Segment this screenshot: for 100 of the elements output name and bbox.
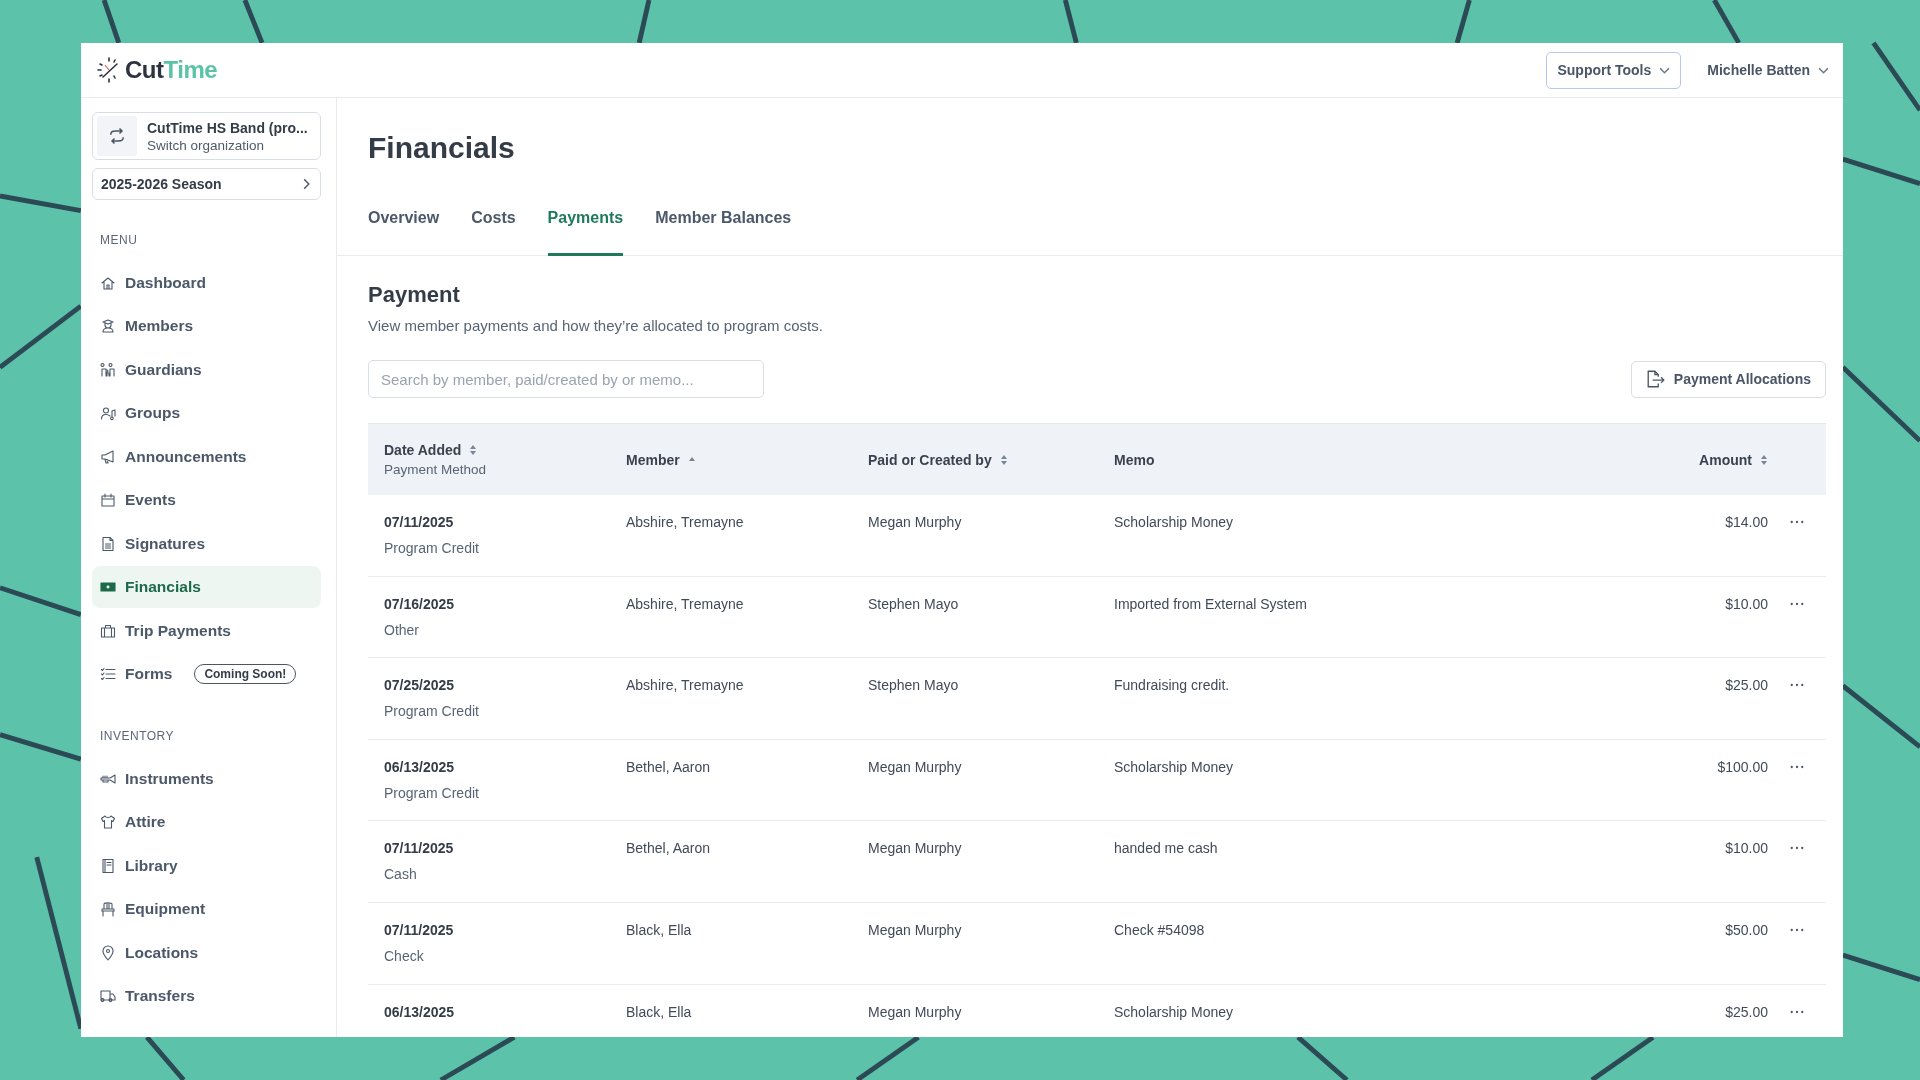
sidebar-item[interactable]: Trip Payments [92, 609, 239, 652]
organization-switcher[interactable]: CutTime HS Band (pro... Switch organization [92, 112, 321, 160]
payment-date: 07/16/2025 [384, 595, 456, 612]
sidebar-item[interactable]: Guardians [92, 348, 210, 391]
user-menu[interactable]: Michelle Batten [1707, 62, 1829, 78]
table-cell-text: Imported from External System [1114, 595, 1308, 612]
megaphone-icon [100, 448, 116, 465]
sidebar-item[interactable]: Library [92, 844, 186, 887]
table-cell-text: Bethel, Aaron [626, 840, 712, 857]
season-label: 2025-2026 Season [101, 176, 222, 192]
sort-icon[interactable] [469, 444, 478, 456]
table-cell-text: Scholarship Money [1114, 1003, 1235, 1020]
table-cell-text: Black, Ella [626, 1003, 693, 1020]
table-cell-text: Check #54098 [1114, 921, 1206, 938]
table-cell-text: Scholarship Money [1114, 514, 1235, 530]
payment-date: 07/25/2025 [384, 677, 456, 694]
sidebar-item[interactable]: Forms [92, 653, 181, 696]
table-cell-text: Scholarship Money [1114, 758, 1235, 775]
table-cell: $25.00 [1725, 677, 1768, 694]
calendar-icon [100, 492, 116, 509]
search-field[interactable]: Search by member, paid/created by or memo... [368, 360, 764, 398]
column-header[interactable]: Paid or Created by [868, 451, 992, 468]
column-header[interactable]: Date Added [384, 442, 462, 458]
payment-date: 07/11/2025 [384, 840, 455, 857]
table-cell-text: Abshire, Tremayne [626, 677, 745, 694]
payment-method: Cash [384, 866, 418, 883]
table-cell-text: Abshire, Tremayne [626, 514, 745, 530]
chevron-down-icon [1818, 66, 1829, 74]
more-options-icon[interactable] [1790, 927, 1804, 932]
payment-method: Other [384, 621, 420, 638]
section-description: View member payments and how they’re allocated to program costs. [368, 317, 824, 334]
page-title: Financials [368, 131, 516, 165]
table-cell: $25.00 [1725, 1003, 1768, 1020]
table-cell-text: Megan Murphy [868, 758, 963, 775]
sidebar-item[interactable]: Instruments [92, 757, 222, 800]
location-pin-icon [100, 944, 116, 961]
table-cell-text: Megan Murphy [868, 840, 963, 857]
sort-icon[interactable] [999, 453, 1008, 466]
payment-method: Check [384, 947, 425, 964]
payment-date: 06/13/2025 [384, 1003, 456, 1020]
shirt-icon [100, 814, 116, 831]
table-cell-text: handed me cash [1114, 840, 1219, 857]
more-options-icon[interactable] [1790, 601, 1804, 606]
checklist-icon [100, 666, 116, 683]
support-tools-button[interactable]: Support Tools [1546, 51, 1682, 89]
document-export-icon [1645, 369, 1666, 389]
column-header[interactable]: Memo [1114, 451, 1155, 468]
book-icon [100, 857, 116, 874]
person-music-icon [100, 405, 116, 422]
payment-method: Program Credit [384, 784, 480, 801]
more-options-icon[interactable] [1790, 520, 1804, 524]
season-selector[interactable]: 2025-2026 Season [92, 168, 321, 200]
swap-arrows-icon [107, 126, 127, 146]
more-options-icon[interactable] [1790, 683, 1804, 688]
sidebar-item[interactable]: Events [92, 479, 184, 522]
chevron-down-icon [1659, 66, 1671, 74]
more-options-icon[interactable] [1790, 846, 1804, 851]
sidebar-item[interactable]: Groups [92, 392, 189, 435]
truck-icon [100, 988, 116, 1005]
table-cell-text: Megan Murphy [868, 921, 963, 938]
tab[interactable]: Member Balances [655, 209, 792, 256]
sidebar-item[interactable]: Announcements [92, 435, 255, 478]
column-header[interactable]: Amount [1699, 451, 1752, 468]
family-icon [100, 361, 116, 378]
more-options-icon[interactable] [1790, 764, 1804, 769]
section-heading: MENU [100, 233, 138, 247]
payment-date: 06/13/2025 [384, 758, 456, 775]
table-cell-text: Stephen Mayo [868, 677, 960, 694]
payment-date: 07/11/2025 [384, 921, 455, 938]
tab[interactable]: Costs [471, 209, 516, 256]
tab[interactable]: Overview [368, 209, 440, 256]
sidebar-item[interactable]: Attire [92, 801, 174, 844]
column-header[interactable]: Member [626, 451, 680, 468]
table-cell: $10.00 [1725, 840, 1768, 857]
table-cell-text: Black, Ella [626, 921, 693, 938]
section-title: Payment [368, 282, 461, 308]
sidebar-item[interactable]: Locations [92, 931, 207, 974]
organization-subtitle: Switch organization [147, 137, 266, 153]
table-cell: $50.00 [1725, 921, 1768, 938]
column-subheader: Payment Method [384, 462, 488, 477]
logo[interactable]: CutTime [95, 56, 218, 84]
sidebar-item[interactable]: Members [92, 305, 202, 348]
table-cell-text: Abshire, Tremayne [626, 595, 745, 612]
sidebar-item[interactable]: Signatures [92, 522, 214, 565]
table-cell: $14.00 [1725, 514, 1768, 530]
sidebar-item[interactable]: Equipment [92, 888, 214, 931]
sidebar-item[interactable]: Dashboard [92, 261, 214, 304]
sidebar-item[interactable]: Transfers [92, 975, 203, 1018]
chair-icon [100, 901, 116, 918]
sidebar-item[interactable]: Financials [92, 566, 321, 609]
more-options-icon[interactable] [1790, 1009, 1804, 1014]
payment-method: Program Credit [384, 540, 480, 556]
payment-allocations-button[interactable]: Payment Allocations [1630, 360, 1826, 398]
suitcase-icon [100, 622, 116, 639]
table-cell-text: Fundraising credit. [1114, 677, 1231, 694]
sort-icon[interactable] [1760, 453, 1768, 466]
table-cell-text: Megan Murphy [868, 1003, 963, 1020]
payment-date: 07/11/2025 [384, 514, 455, 530]
tab[interactable]: Payments [547, 209, 624, 256]
payment-method: Program Credit [384, 703, 480, 720]
